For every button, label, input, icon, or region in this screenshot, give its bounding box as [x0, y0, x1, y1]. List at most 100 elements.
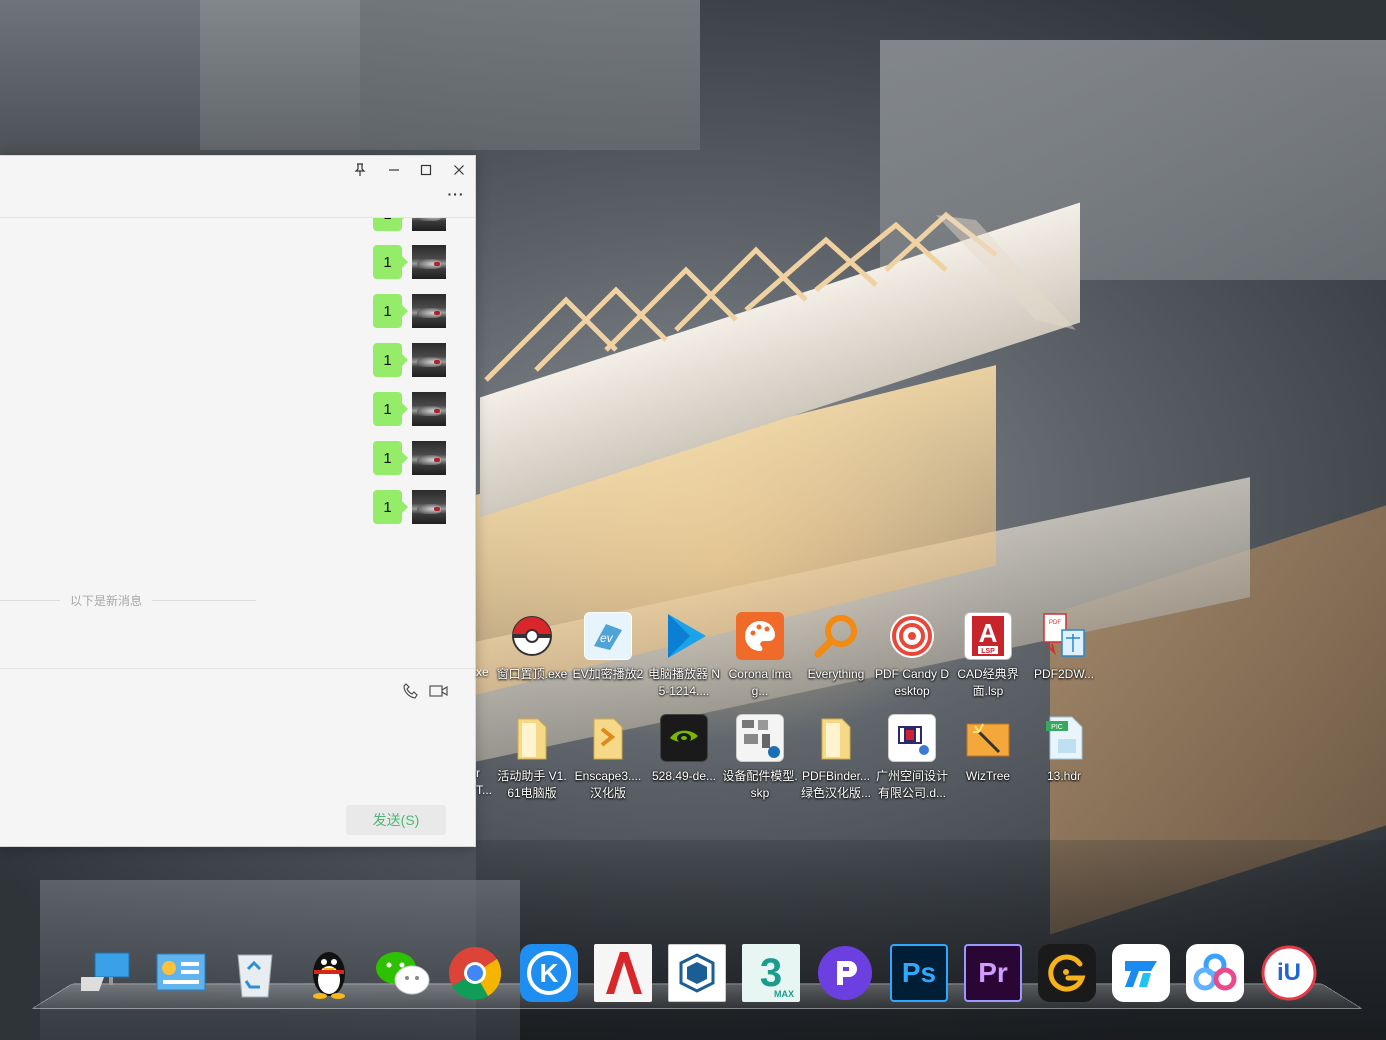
close-button[interactable]: [447, 159, 471, 181]
desktop-icon-label: PDF2DW...: [1033, 667, 1094, 681]
folder-icon: [812, 714, 860, 762]
clipped-icon-label: xe: [476, 665, 489, 679]
maximize-button[interactable]: [414, 159, 438, 181]
desktop-icon-label: 活动助手 V1.61电脑版: [497, 769, 567, 800]
phone-icon: [403, 683, 418, 699]
pic-file-icon: PIC: [1040, 714, 1088, 762]
dock-kugou[interactable]: K: [520, 944, 578, 1002]
penguin-icon: [313, 952, 345, 999]
video-call-button[interactable]: [428, 681, 450, 701]
svg-text:LSP: LSP: [981, 648, 995, 655]
magnifier-icon: [812, 612, 860, 660]
message-input-area[interactable]: 发送(S): [0, 668, 475, 846]
desktop-icon-corona-image[interactable]: Corona Imag...: [722, 612, 798, 700]
dock-purple-app[interactable]: [816, 944, 874, 1002]
netdisk-icon: [1193, 953, 1237, 991]
maximize-icon: [420, 164, 432, 176]
premiere-label: Pr: [978, 957, 1008, 988]
pokeball-icon: [508, 612, 556, 660]
dock-baidu-netdisk[interactable]: [1186, 944, 1244, 1002]
desktop-icon-cad-lsp[interactable]: A LSP CAD经典界面.lsp: [950, 612, 1026, 700]
clipped-icon-label: r: [476, 766, 480, 780]
message-row: 1: [373, 392, 446, 426]
avatar[interactable]: [412, 490, 446, 524]
desktop-icon-window-pin[interactable]: 窗口置顶.exe: [494, 612, 570, 683]
desktop-icon-label: PDF Candy Desktop: [874, 667, 950, 698]
dock-g-app[interactable]: [1038, 944, 1096, 1002]
3dsmax-sublabel: MAX: [774, 989, 794, 999]
minimize-button[interactable]: [382, 159, 406, 181]
dock-wechat[interactable]: [374, 944, 432, 1002]
message-bubble[interactable]: 1: [373, 441, 408, 475]
kugou-label: K: [539, 957, 559, 988]
avatar[interactable]: [412, 343, 446, 377]
message-bubble[interactable]: 1: [373, 218, 408, 231]
pdf-to-dwg-icon: PDF: [1040, 612, 1088, 660]
iu-label: iU: [1277, 959, 1301, 986]
dock-iu-app[interactable]: iU: [1260, 944, 1318, 1002]
desktop-icon-pdf-candy[interactable]: PDF Candy Desktop: [874, 612, 950, 700]
folder-enscape-icon: [584, 714, 632, 762]
desktop-icon-label: 广州空间设计有限公司.d...: [875, 769, 948, 800]
pin-window-button[interactable]: [348, 159, 372, 181]
dock-premiere[interactable]: Pr: [964, 944, 1022, 1002]
dock-computer[interactable]: [78, 944, 136, 1002]
dock-3ds-max[interactable]: 3 MAX: [742, 944, 800, 1002]
nvidia-icon: [660, 714, 708, 762]
dock-photoshop[interactable]: Ps: [890, 944, 948, 1002]
avatar[interactable]: [412, 441, 446, 475]
message-bubble[interactable]: 1: [373, 392, 408, 426]
desktop-icon-label: Corona Imag...: [728, 667, 792, 698]
dock-qq[interactable]: [300, 944, 358, 1002]
voice-call-button[interactable]: [400, 681, 422, 701]
more-options-button[interactable]: ···: [444, 184, 468, 204]
desktop-icon-13-hdr[interactable]: PIC 13.hdr: [1026, 714, 1102, 785]
dock-control-panel[interactable]: [152, 944, 210, 1002]
desktop-icon-everything[interactable]: Everything: [798, 612, 874, 683]
video-file-icon: [888, 714, 936, 762]
avatar[interactable]: [412, 218, 446, 231]
desktop-icon-wiztree[interactable]: WizTree: [950, 714, 1026, 785]
desktop-icon-equipment-skp[interactable]: 设备配件模型.skp: [722, 714, 798, 802]
avatar[interactable]: [412, 294, 446, 328]
avatar[interactable]: [412, 392, 446, 426]
desktop-icon-ev-player[interactable]: ev EV加密播放2: [570, 612, 646, 683]
message-row: 1: [373, 441, 446, 475]
desktop-icon-pdfbinder[interactable]: PDFBinder... 绿色汉化版...: [798, 714, 874, 802]
message-bubble[interactable]: 1: [373, 343, 408, 377]
g-app-icon: [1048, 954, 1086, 992]
divider-line: [0, 599, 60, 601]
dock-sketchup[interactable]: [668, 944, 726, 1002]
wallpaper-shape: [200, 0, 700, 150]
desktop-icon-label: 528.49-de...: [651, 769, 717, 783]
message-bubble[interactable]: 1: [373, 245, 408, 279]
palette-icon: [736, 612, 784, 660]
wechat-icon: [376, 952, 430, 995]
desktop-icon-activity-helper[interactable]: 活动助手 V1.61电脑版: [494, 714, 570, 802]
desktop-icon-guangzhou-design[interactable]: 广州空间设计有限公司.d...: [874, 714, 950, 802]
desktop-icon-pdf2dwg[interactable]: PDF PDF2DW...: [1026, 612, 1102, 683]
dock-autocad[interactable]: A: [594, 944, 652, 1002]
desktop-icon-label: Enscape3.... 汉化版: [574, 769, 642, 800]
message-row: 1: [373, 294, 446, 328]
dock-blue-app[interactable]: [1112, 944, 1170, 1002]
message-row: 1: [373, 245, 446, 279]
desktop-icon-nvidia-driver[interactable]: 528.49-de...: [646, 714, 722, 785]
new-messages-label: 以下是新消息: [70, 593, 143, 608]
dock-recycle-bin[interactable]: [226, 944, 284, 1002]
send-button[interactable]: 发送(S): [346, 805, 446, 835]
clipped-icon-label: T...: [476, 783, 493, 797]
desktop-icon-label: 电脑播放器 N5-1214....: [647, 667, 720, 698]
desktop-icon-pc-player[interactable]: 电脑播放器 N5-1214....: [646, 612, 722, 700]
dock-chrome[interactable]: [446, 944, 504, 1002]
autocad-lsp-icon: A LSP: [964, 612, 1012, 660]
desktop-icon-label: Everything: [807, 667, 865, 681]
desktop-icon-enscape[interactable]: Enscape3.... 汉化版: [570, 714, 646, 802]
video-camera-icon: [429, 685, 448, 697]
message-bubble[interactable]: 1: [373, 490, 408, 524]
message-bubble[interactable]: 1: [373, 294, 408, 328]
desktop-icon-label: WizTree: [965, 769, 1011, 783]
minimize-icon: [389, 169, 399, 171]
avatar[interactable]: [412, 245, 446, 279]
spiral-icon: [888, 612, 936, 660]
